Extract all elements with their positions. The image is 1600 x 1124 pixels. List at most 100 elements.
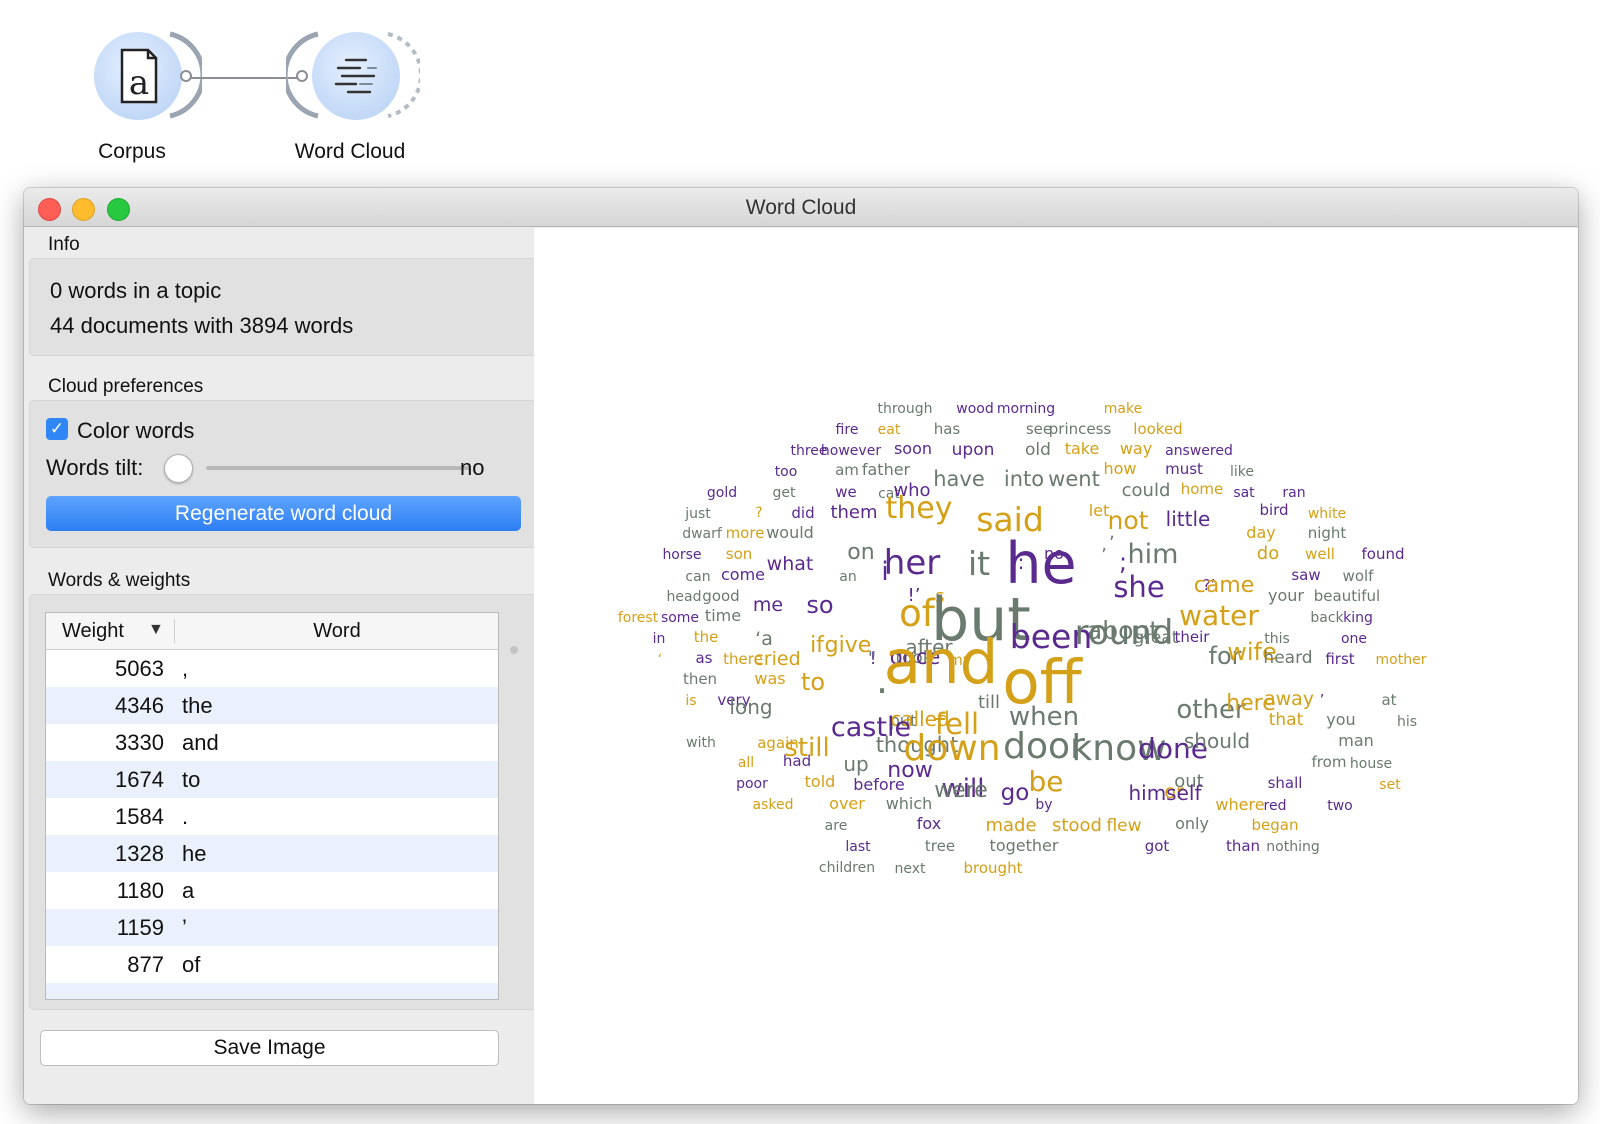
cloud-word[interactable]: white	[1308, 506, 1346, 522]
cloud-word[interactable]: stood	[1052, 815, 1102, 836]
cloud-word[interactable]: gold	[707, 485, 737, 501]
cloud-word[interactable]: good	[702, 587, 739, 605]
cloud-word[interactable]: had	[783, 752, 811, 770]
regenerate-word-cloud-button[interactable]: Regenerate word cloud	[46, 496, 521, 531]
word-column-header[interactable]: Word	[176, 620, 498, 643]
cloud-word[interactable]: king	[1343, 610, 1373, 626]
cloud-word[interactable]: children	[819, 860, 875, 876]
cloud-word[interactable]: has	[934, 420, 961, 438]
cloud-word[interactable]: back	[1310, 610, 1344, 626]
cloud-word[interactable]: house	[1350, 756, 1392, 772]
cloud-word[interactable]: next	[894, 861, 926, 877]
splitter-handle[interactable]	[510, 646, 518, 654]
cloud-word[interactable]: let	[1089, 501, 1110, 520]
cloud-word[interactable]: all	[738, 755, 754, 771]
cloud-word[interactable]: away	[1264, 688, 1314, 710]
cloud-word[interactable]: ’	[1320, 691, 1325, 709]
cloud-word[interactable]: time	[705, 606, 741, 625]
table-row[interactable]: 1159 ’	[46, 909, 498, 946]
sort-descending-icon[interactable]: ▼	[148, 621, 164, 639]
cloud-word[interactable]: looked	[1133, 420, 1182, 438]
cloud-word[interactable]: through	[877, 401, 932, 417]
cloud-word[interactable]: flew	[1106, 816, 1141, 836]
cloud-word[interactable]: in	[653, 631, 666, 647]
cloud-word[interactable]: to	[801, 668, 825, 696]
cloud-word[interactable]: eat	[878, 422, 901, 438]
cloud-word[interactable]: beautiful	[1314, 587, 1380, 605]
cloud-word[interactable]: morning	[997, 401, 1055, 417]
cloud-word[interactable]: tree	[925, 837, 955, 855]
cloud-word[interactable]: cried	[753, 648, 800, 670]
cloud-word[interactable]: began	[1252, 816, 1299, 834]
cloud-word[interactable]: long	[729, 695, 772, 719]
cloud-word[interactable]: can	[685, 569, 710, 585]
cloud-word[interactable]: home	[1181, 480, 1224, 498]
cloud-word[interactable]: old	[1025, 440, 1051, 460]
cloud-word[interactable]: him	[1128, 539, 1179, 570]
cloud-word[interactable]: bird	[1259, 501, 1288, 519]
cloud-word[interactable]: answered	[1165, 443, 1233, 459]
cloud-word[interactable]: two	[1327, 798, 1353, 814]
cloud-word[interactable]: she	[1113, 570, 1164, 604]
cloud-word[interactable]: from	[1312, 753, 1347, 771]
cloud-word[interactable]: are	[825, 818, 848, 834]
cloud-word[interactable]: come	[721, 565, 765, 584]
words-tilt-slider-track[interactable]	[206, 466, 470, 470]
cloud-word[interactable]: were	[934, 778, 988, 803]
cloud-word[interactable]: with	[686, 735, 716, 751]
cloud-word[interactable]: go	[1001, 780, 1030, 806]
corpus-node[interactable]: a Corpus	[32, 0, 232, 163]
cloud-word[interactable]: too	[775, 464, 798, 480]
cloud-word[interactable]: heard	[1263, 648, 1312, 668]
cloud-word[interactable]: as	[695, 649, 712, 667]
cloud-word[interactable]: you	[1326, 710, 1355, 729]
cloud-word[interactable]: his	[1397, 714, 1417, 730]
cloud-word[interactable]: ‘a	[755, 628, 773, 650]
cloud-word[interactable]: them	[830, 502, 877, 523]
cloud-word[interactable]: where	[1215, 795, 1264, 814]
cloud-word[interactable]: have	[933, 467, 985, 491]
weight-column-header[interactable]: Weight	[62, 620, 124, 643]
table-row[interactable]: 5063,	[46, 650, 498, 687]
cloud-word[interactable]: saw	[1291, 566, 1320, 584]
cloud-word[interactable]: her	[884, 543, 940, 583]
cloud-word[interactable]: upon	[952, 440, 995, 460]
cloud-word[interactable]: your	[1268, 586, 1304, 605]
cloud-word[interactable]: which	[886, 794, 933, 813]
cloud-word[interactable]: ‘	[658, 652, 662, 668]
table-row[interactable]: 1180 a	[46, 872, 498, 909]
cloud-word[interactable]: it	[968, 544, 990, 583]
cloud-word[interactable]: do	[1257, 543, 1279, 564]
cloud-word[interactable]: what	[767, 553, 814, 575]
cloud-word[interactable]: just	[684, 506, 711, 522]
cloud-word[interactable]: first	[1325, 650, 1354, 668]
cloud-word[interactable]: asked	[753, 797, 794, 813]
cloud-word[interactable]: head	[667, 589, 702, 605]
cloud-word[interactable]: on	[847, 540, 874, 565]
cloud-word[interactable]: take	[1065, 439, 1100, 458]
cloud-word[interactable]: made	[985, 815, 1036, 836]
cloud-word[interactable]: father	[862, 460, 911, 479]
cloud-word[interactable]: wolf	[1343, 567, 1375, 585]
cloud-word[interactable]: together	[990, 836, 1059, 855]
words-weights-table[interactable]: Weight ▼ Word 5063, 4346 the 3330 and 1674…	[45, 612, 499, 1000]
cloud-word[interactable]: would	[766, 523, 814, 542]
cloud-word[interactable]: over	[829, 794, 865, 813]
cloud-word[interactable]: great	[1134, 628, 1179, 648]
cloud-word[interactable]: me	[753, 594, 783, 616]
cloud-word[interactable]: and	[884, 627, 999, 698]
cloud-word[interactable]: by	[1035, 797, 1052, 813]
cloud-word[interactable]: did	[791, 504, 814, 522]
cloud-word[interactable]: get	[773, 485, 797, 501]
cloud-word[interactable]: shall	[1268, 774, 1303, 792]
cloud-word[interactable]: ?	[755, 505, 762, 521]
words-tilt-slider-knob[interactable]	[164, 454, 193, 483]
cloud-word[interactable]: poor	[736, 776, 768, 792]
cloud-word[interactable]: man	[1338, 731, 1374, 750]
cloud-word[interactable]: ,	[1109, 522, 1115, 543]
cloud-word[interactable]: told	[805, 772, 836, 791]
cloud-word[interactable]: way	[1120, 439, 1152, 458]
cloud-word[interactable]: was	[754, 669, 785, 688]
word-cloud-node[interactable]: Word Cloud	[250, 0, 450, 163]
cloud-word[interactable]: we	[835, 483, 857, 501]
